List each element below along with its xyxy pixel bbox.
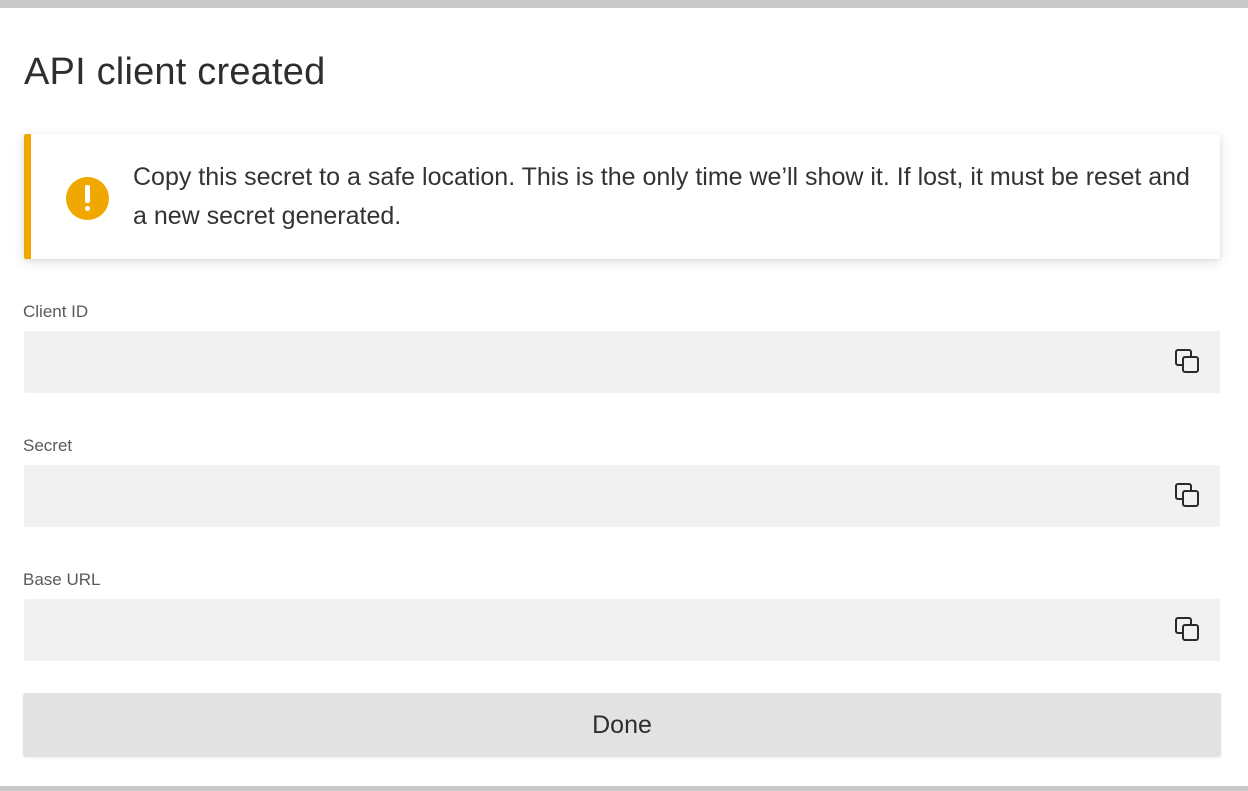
api-client-created-dialog: API client created Copy this secret to a… bbox=[0, 8, 1248, 786]
client-id-label: Client ID bbox=[23, 302, 89, 321]
warning-alert-message: Copy this secret to a safe location. Thi… bbox=[133, 163, 1190, 230]
copy-base-url-button[interactable] bbox=[1172, 614, 1204, 646]
dialog-title: API client created bbox=[24, 51, 326, 93]
window-frame-top bbox=[0, 0, 1248, 8]
copy-icon bbox=[1175, 483, 1199, 507]
secret-field[interactable] bbox=[24, 465, 1220, 527]
base-url-field[interactable] bbox=[24, 599, 1220, 661]
client-id-field[interactable] bbox=[24, 331, 1220, 393]
copy-icon bbox=[1175, 349, 1199, 373]
done-button[interactable]: Done bbox=[23, 693, 1221, 757]
warning-alert: Copy this secret to a safe location. Thi… bbox=[24, 134, 1220, 259]
secret-label: Secret bbox=[23, 436, 73, 455]
copy-client-id-button[interactable] bbox=[1172, 346, 1204, 378]
window-frame-bottom bbox=[0, 786, 1248, 791]
copy-secret-button[interactable] bbox=[1172, 480, 1204, 512]
base-url-label: Base URL bbox=[23, 570, 101, 589]
copy-icon bbox=[1175, 617, 1199, 641]
warning-exclamation-icon bbox=[66, 177, 109, 220]
